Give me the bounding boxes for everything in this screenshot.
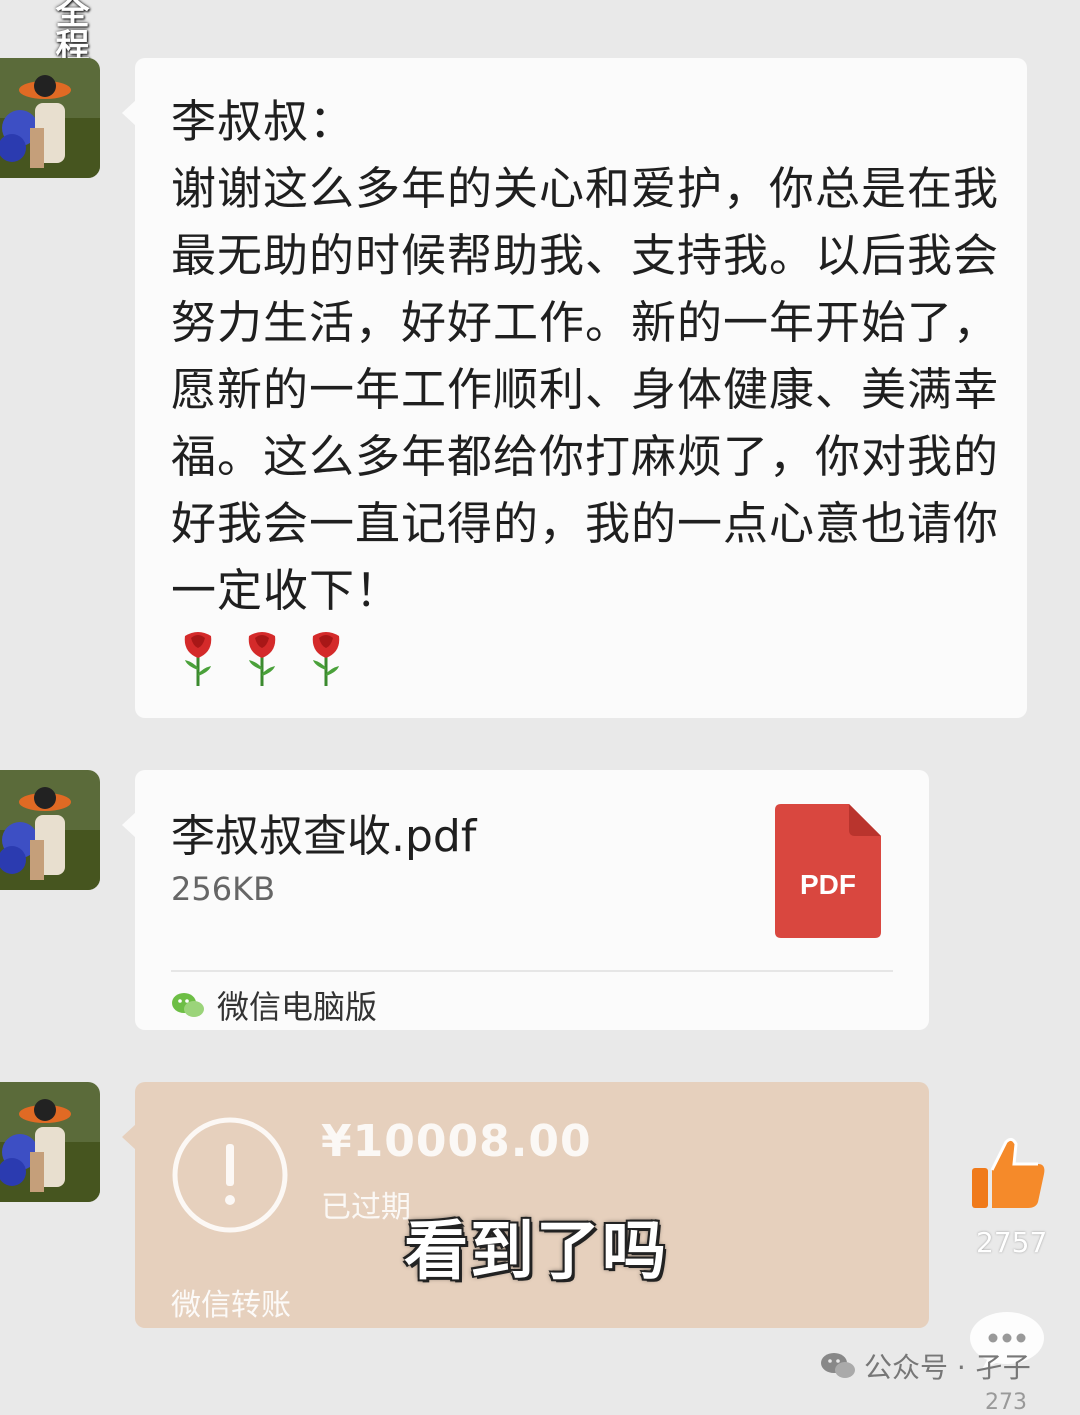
account-text: 公众号 · 孑子 [864, 1351, 1031, 1384]
thumbs-up-icon[interactable] [968, 1134, 1048, 1214]
transfer-label: 微信转账 [171, 1288, 291, 1323]
transfer-status: 已过期 [321, 1190, 411, 1225]
sender-avatar[interactable] [0, 58, 100, 178]
like-count: 2757 [976, 1226, 1048, 1259]
wechat-icon [172, 993, 204, 1017]
expired-alert-icon [172, 1117, 288, 1233]
wechat-logo-icon [821, 1353, 855, 1378]
file-source: 微信电脑版 [171, 980, 377, 1030]
greeting-message-bubble[interactable]: 李叔叔： 谢谢这么多年的关心和爱护，你总是在我最无助的时候帮助我、支持我。以后我… [122, 58, 1027, 718]
avatar-image [0, 1082, 100, 1202]
divider [171, 970, 893, 972]
source-label: 微信电脑版 [217, 988, 378, 1026]
sender-avatar[interactable] [0, 770, 100, 890]
comment-count: 273 [985, 1390, 1027, 1415]
rose-icon [184, 632, 212, 686]
file-message-bubble[interactable]: 李叔叔查收.pdf 256KB PDF 微信电脑版 [122, 770, 929, 1030]
pdf-label: PDF [800, 869, 856, 900]
avatar-image [0, 770, 100, 890]
sender-avatar[interactable] [0, 1082, 100, 1202]
file-size: 256KB [171, 870, 276, 908]
pdf-file-icon: PDF [775, 804, 881, 938]
avatar-image [0, 58, 100, 178]
file-name: 李叔叔查收.pdf [171, 811, 477, 862]
rose-icon [248, 632, 276, 686]
transfer-amount: ¥10008.00 [321, 1116, 592, 1167]
rose-emoji-row [179, 626, 345, 688]
video-caption: 看到了吗 [404, 1215, 668, 1289]
account-footer: 公众号 · 孑子 [820, 1346, 1031, 1386]
greeting-message-text: 李叔叔： 谢谢这么多年的关心和爱护，你总是在我最无助的时候帮助我、支持我。以后我… [171, 95, 1000, 617]
rose-icon [312, 632, 340, 686]
